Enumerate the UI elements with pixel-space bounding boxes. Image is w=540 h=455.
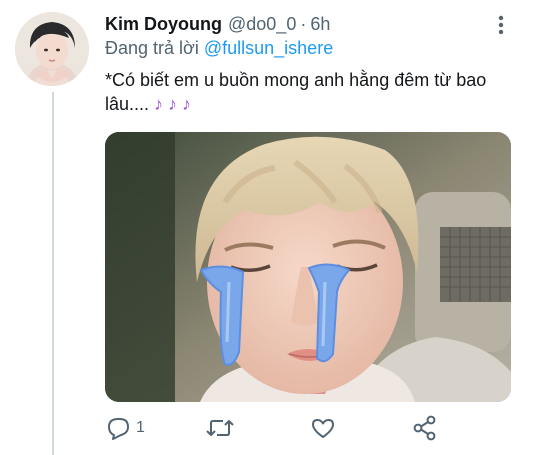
like-button[interactable] xyxy=(310,412,341,444)
tweet-header: Kim Doyoung @do0_0 · 6h xyxy=(105,12,520,36)
crying-person-photo xyxy=(105,132,511,402)
share-button[interactable] xyxy=(412,412,438,444)
tweet-actions: 1 xyxy=(105,412,520,444)
share-icon xyxy=(413,415,436,441)
heart-icon xyxy=(312,419,334,438)
music-notes-emoji: ♪ ♪ ♪ xyxy=(154,94,192,114)
reply-mention-link[interactable]: @fullsun_ishere xyxy=(204,38,333,58)
tweet-text: *Có biết em u buồn mong anh hằng đêm từ … xyxy=(105,68,520,116)
avatar[interactable] xyxy=(15,12,89,86)
retweet-icon xyxy=(206,420,234,436)
reply-icon xyxy=(108,418,129,440)
tweet-timestamp[interactable]: 6h xyxy=(310,14,330,35)
thread-line xyxy=(52,92,54,455)
separator-dot: · xyxy=(300,13,307,34)
author-name[interactable]: Kim Doyoung xyxy=(105,14,222,35)
more-options-icon[interactable] xyxy=(486,13,516,37)
reply-prefix: Đang trả lời xyxy=(105,38,199,58)
reply-button[interactable]: 1 xyxy=(105,412,145,444)
avatar-image xyxy=(15,12,89,86)
author-handle[interactable]: @do0_0 xyxy=(228,14,296,35)
tweet-media-image[interactable] xyxy=(105,132,511,402)
retweet-button[interactable] xyxy=(205,412,240,444)
reply-count: 1 xyxy=(136,419,145,436)
reply-context: Đang trả lời @fullsun_ishere xyxy=(105,38,333,59)
